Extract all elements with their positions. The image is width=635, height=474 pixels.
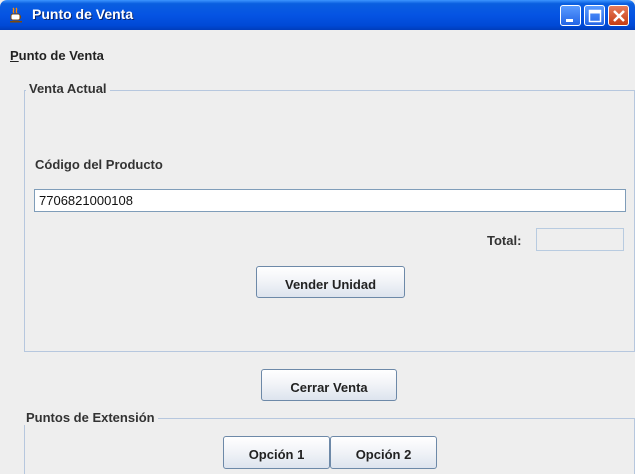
close-button[interactable] xyxy=(608,5,629,26)
option-2-button[interactable]: Opción 2 xyxy=(330,436,437,469)
product-code-label: Código del Producto xyxy=(35,157,163,172)
main-window: Punto de Venta Punto de Venta Venta Actu… xyxy=(0,0,635,474)
menu-punto-de-venta[interactable]: Punto de Venta xyxy=(10,48,104,63)
product-code-input[interactable] xyxy=(34,189,626,212)
extension-points-legend: Puntos de Extensión xyxy=(23,410,158,425)
window-title: Punto de Venta xyxy=(32,6,134,22)
cerrar-venta-label: Cerrar Venta xyxy=(290,379,368,395)
menu-label: unto de Venta xyxy=(18,48,104,63)
vender-unidad-label: Vender Unidad xyxy=(284,276,377,292)
total-field xyxy=(536,228,624,251)
cerrar-venta-button[interactable]: Cerrar Venta xyxy=(261,369,397,401)
menu-bar: Punto de Venta xyxy=(0,44,635,68)
maximize-icon xyxy=(588,9,602,23)
total-label: Total: xyxy=(487,233,522,248)
title-bar[interactable]: Punto de Venta xyxy=(0,0,635,30)
option-2-label: Opción 2 xyxy=(355,447,412,462)
minimize-icon xyxy=(566,19,573,22)
vender-unidad-button[interactable]: Vender Unidad xyxy=(256,266,405,298)
close-icon xyxy=(613,10,625,22)
venta-actual-group xyxy=(24,90,635,352)
minimize-button[interactable] xyxy=(560,5,581,26)
menu-mnemonic: P xyxy=(10,48,19,63)
venta-actual-legend: Venta Actual xyxy=(26,81,110,96)
maximize-button[interactable] xyxy=(584,5,605,26)
option-1-label: Opción 1 xyxy=(248,447,305,462)
option-1-button[interactable]: Opción 1 xyxy=(223,436,330,469)
java-cup-icon xyxy=(8,7,24,23)
